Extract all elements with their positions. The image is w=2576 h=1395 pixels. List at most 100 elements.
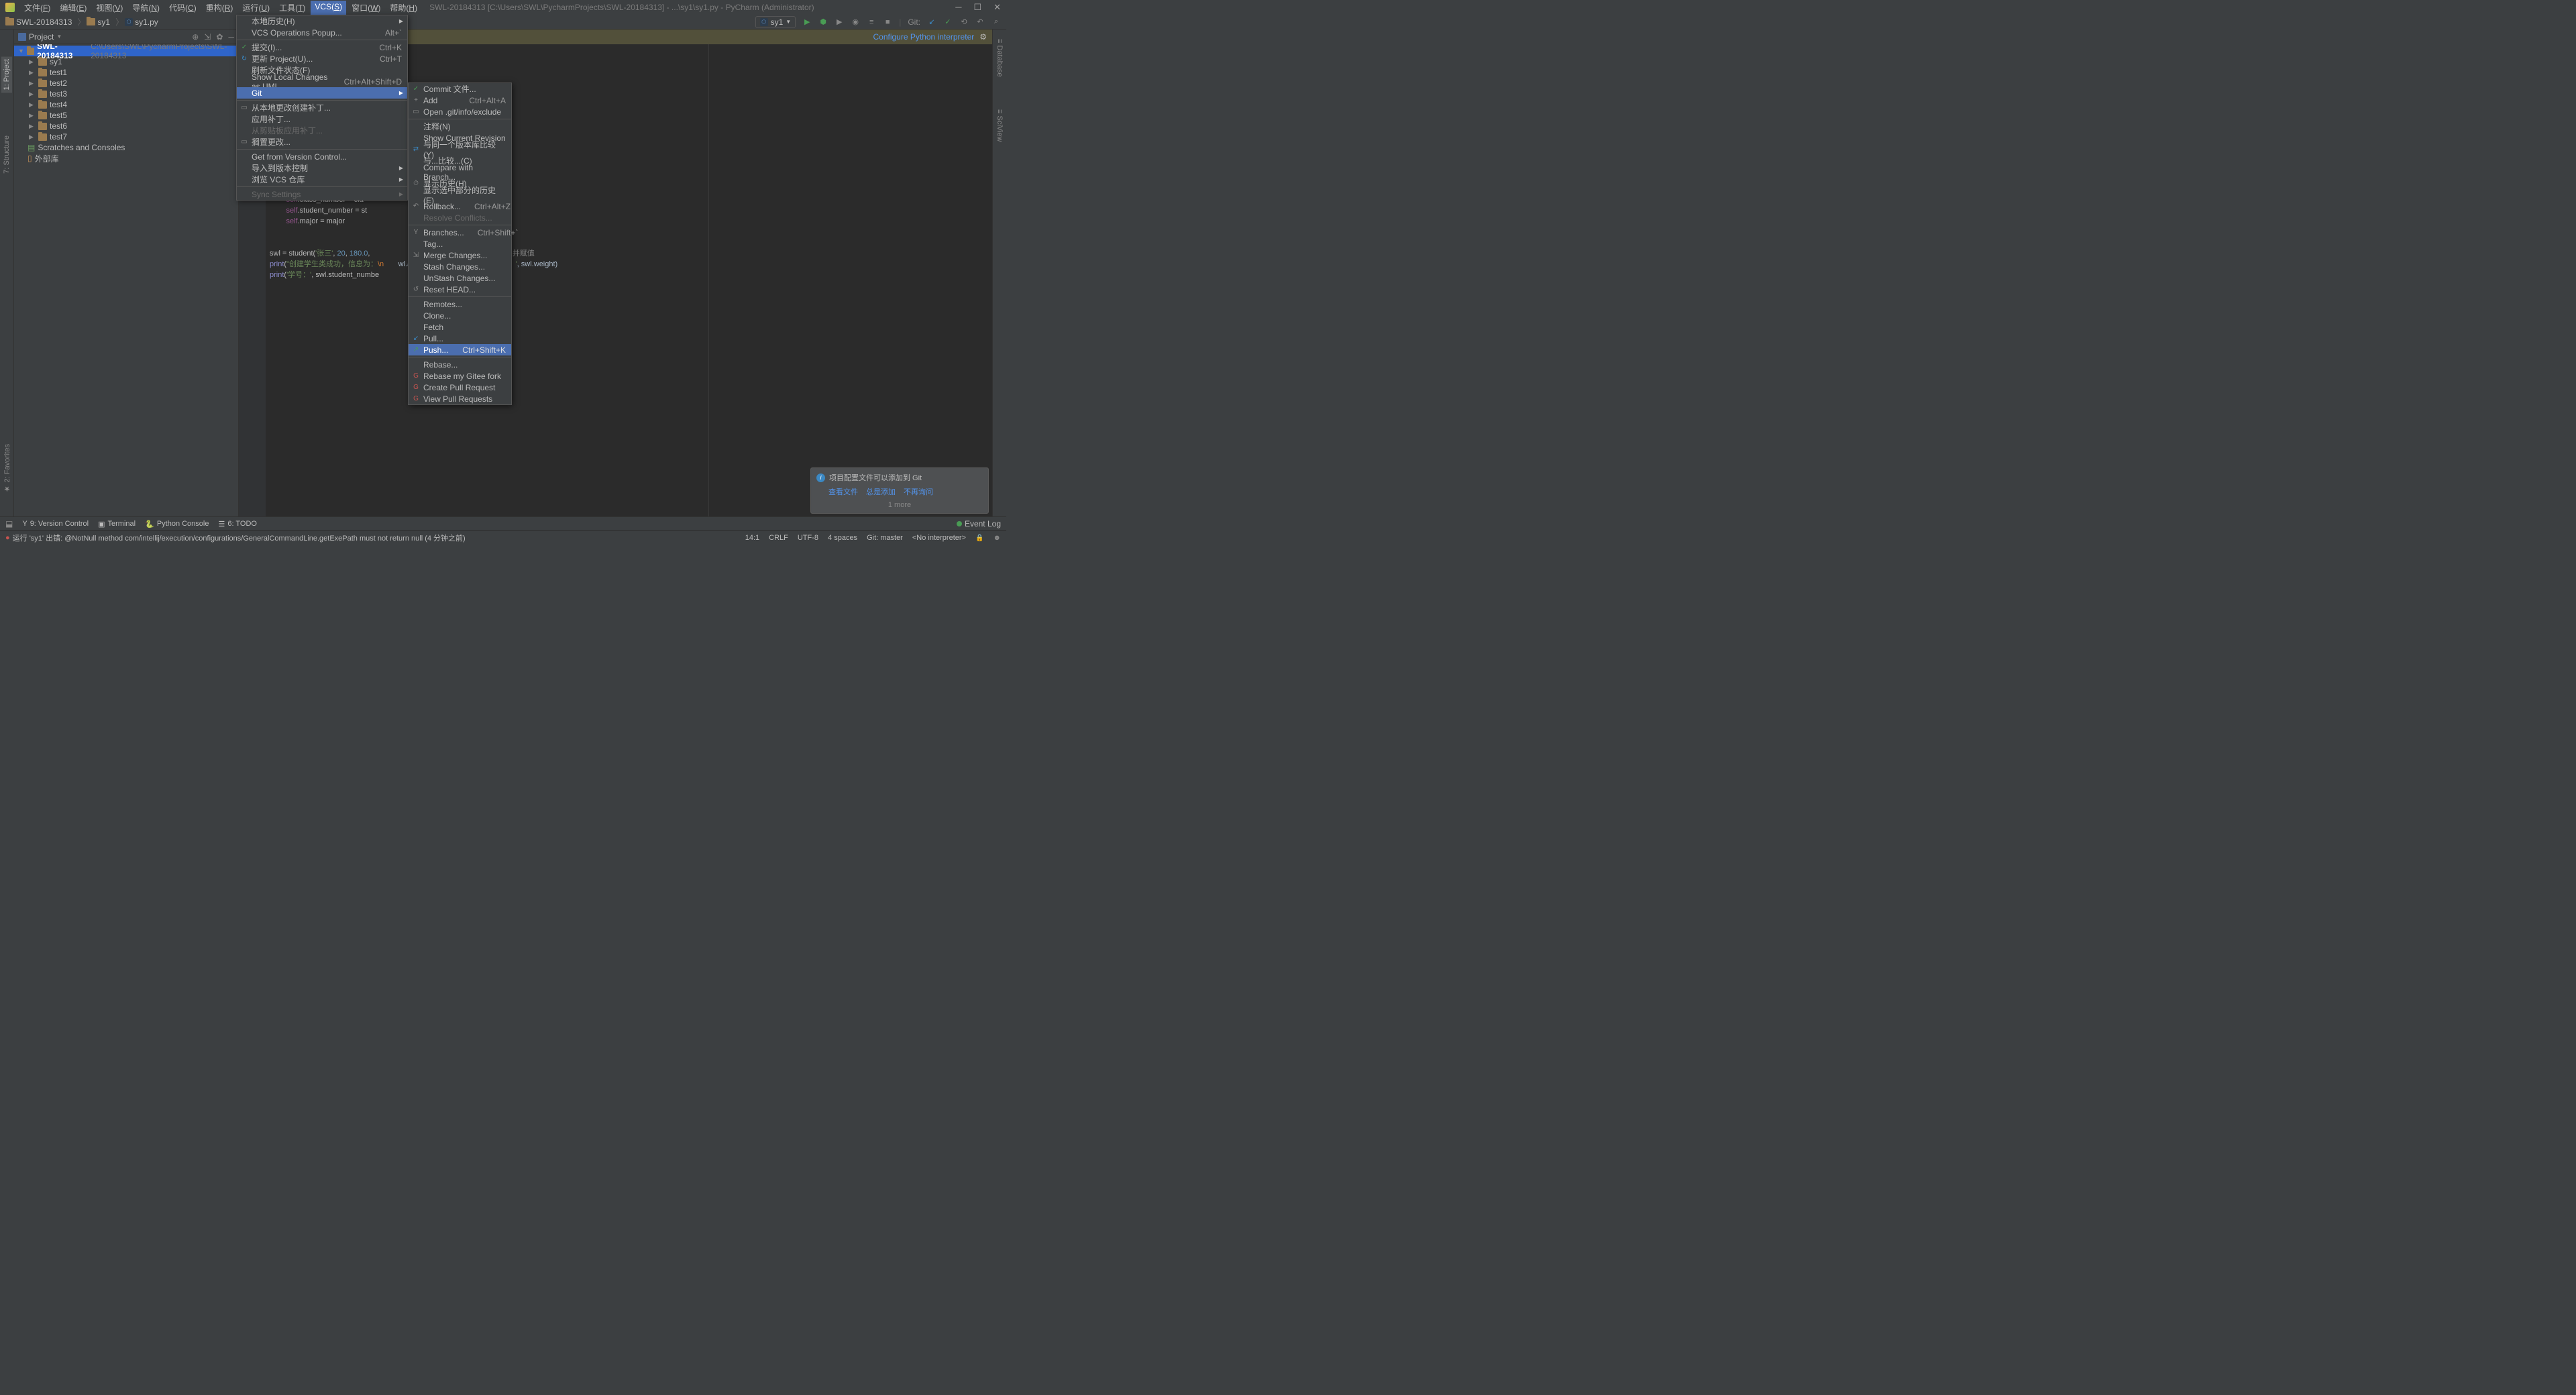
- tab-database[interactable]: ≡ Database: [994, 36, 1005, 80]
- tree-row[interactable]: ▼SWL-20184313C:\Users\SWL\PycharmProject…: [14, 46, 238, 56]
- git-item-28[interactable]: GRebase my Gitee fork: [409, 370, 511, 382]
- profile-icon[interactable]: ◉: [851, 17, 860, 27]
- git-commit-icon[interactable]: ✓: [943, 17, 953, 27]
- git-item-4[interactable]: 注释(N): [409, 121, 511, 132]
- breadcrumb-0[interactable]: SWL-20184313: [5, 17, 72, 27]
- minimize-icon[interactable]: ─: [955, 2, 961, 13]
- git-item-6[interactable]: ⇄与同一个版本库比较(Y): [409, 144, 511, 155]
- vcs-item-1[interactable]: VCS Operations Popup...Alt+`: [237, 27, 407, 38]
- menu-w[interactable]: 窗口(W): [347, 1, 384, 15]
- menu-e[interactable]: 编辑(E): [56, 1, 91, 15]
- menu-n[interactable]: 导航(N): [128, 1, 164, 15]
- bottom-tab-3[interactable]: ☰6: TODO: [218, 520, 256, 528]
- notif-link-always[interactable]: 总是添加: [866, 486, 896, 497]
- status-item-2[interactable]: UTF-8: [798, 534, 818, 542]
- menu-v[interactable]: 视图(V): [92, 1, 127, 15]
- status-item-4[interactable]: Git: master: [867, 534, 903, 542]
- locate-icon[interactable]: ⊕: [192, 32, 199, 42]
- inspector-icon[interactable]: ☻: [993, 534, 1001, 542]
- vcs-item-14[interactable]: Get from Version Control...: [237, 151, 407, 162]
- git-item-25[interactable]: ↗Push...Ctrl+Shift+K: [409, 344, 511, 355]
- vcs-item-0[interactable]: 本地历史(H): [237, 15, 407, 27]
- git-item-2[interactable]: ▭Open .git/info/exclude: [409, 106, 511, 117]
- git-item-23[interactable]: Fetch: [409, 321, 511, 333]
- menu-vcss[interactable]: VCS(S): [311, 1, 346, 15]
- vcs-item-6[interactable]: Show Local Changes as UMLCtrl+Alt+Shift+…: [237, 76, 407, 87]
- tree-row[interactable]: ▶test4: [14, 99, 238, 110]
- vcs-item-7[interactable]: Git: [237, 87, 407, 99]
- status-item-3[interactable]: 4 spaces: [828, 534, 857, 542]
- gear-icon[interactable]: ⚙: [979, 32, 987, 42]
- tab-structure[interactable]: 7: Structure: [1, 133, 12, 176]
- git-item-24[interactable]: ↙Pull...: [409, 333, 511, 344]
- menu-t[interactable]: 工具(T): [275, 1, 309, 15]
- tree-row[interactable]: ▯外部库: [14, 153, 238, 164]
- notif-link-view[interactable]: 查看文件: [828, 486, 858, 497]
- git-item-14[interactable]: YBranches...Ctrl+Shift+`: [409, 227, 511, 238]
- close-icon[interactable]: ✕: [994, 2, 1001, 13]
- configure-interpreter-link[interactable]: Configure Python interpreter: [873, 32, 974, 42]
- git-update-icon[interactable]: ↙: [927, 17, 936, 27]
- bottom-tab-1[interactable]: ▣Terminal: [98, 520, 136, 528]
- git-item-10[interactable]: 显示选中部分的历史(E): [409, 189, 511, 201]
- bottom-tab-0[interactable]: Y9: Version Control: [22, 520, 89, 528]
- vcs-item-15[interactable]: 导入到版本控制: [237, 162, 407, 174]
- git-rollback-icon[interactable]: ↶: [975, 17, 985, 27]
- expand-icon[interactable]: ⇲: [204, 32, 211, 42]
- git-item-19[interactable]: ↺Reset HEAD...: [409, 284, 511, 295]
- git-item-15[interactable]: Tag...: [409, 238, 511, 249]
- git-item-18[interactable]: UnStash Changes...: [409, 272, 511, 284]
- tree-row[interactable]: ▶test2: [14, 78, 238, 89]
- git-history-icon[interactable]: ⟲: [959, 17, 969, 27]
- git-item-0[interactable]: ✓Commit 文件...: [409, 83, 511, 95]
- tab-sciview[interactable]: ≡ SciView: [994, 107, 1005, 144]
- menu-c[interactable]: 代码(C): [165, 1, 201, 15]
- run-coverage-icon[interactable]: ▶: [835, 17, 844, 27]
- vcs-item-4[interactable]: ↻更新 Project(U)...Ctrl+T: [237, 53, 407, 64]
- menu-u[interactable]: 运行(U): [238, 1, 274, 15]
- tree-row[interactable]: ▶test3: [14, 89, 238, 99]
- git-item-17[interactable]: Stash Changes...: [409, 261, 511, 272]
- stop-icon[interactable]: ■: [883, 17, 892, 27]
- git-item-29[interactable]: GCreate Pull Request: [409, 382, 511, 393]
- maximize-icon[interactable]: ☐: [973, 2, 981, 13]
- debug-icon[interactable]: ⬢: [818, 17, 828, 27]
- breadcrumb-2[interactable]: ⬡sy1.py: [125, 17, 158, 27]
- git-item-8[interactable]: Compare with Branch...: [409, 166, 511, 178]
- vcs-item-9[interactable]: ▭从本地更改创建补丁...: [237, 102, 407, 113]
- tool-window-icon[interactable]: ⬓: [5, 519, 13, 528]
- status-item-1[interactable]: CRLF: [769, 534, 788, 542]
- menu-r[interactable]: 重构(R): [202, 1, 237, 15]
- run-config-selector[interactable]: ⬡ sy1 ▼: [755, 16, 796, 28]
- gear-icon[interactable]: ✿: [216, 32, 223, 42]
- tree-row[interactable]: ▤Scratches and Consoles: [14, 142, 238, 153]
- git-item-16[interactable]: ⇲Merge Changes...: [409, 249, 511, 261]
- event-log-button[interactable]: Event Log: [965, 519, 1001, 528]
- vcs-item-12[interactable]: ▭搁置更改...: [237, 136, 407, 148]
- tab-project[interactable]: 1: Project: [1, 56, 12, 93]
- bottom-tab-2[interactable]: 🐍Python Console: [145, 520, 209, 528]
- git-item-1[interactable]: +AddCtrl+Alt+A: [409, 95, 511, 106]
- search-icon[interactable]: ⌕: [991, 17, 1001, 27]
- lock-icon[interactable]: 🔒: [975, 535, 983, 542]
- status-item-5[interactable]: <No interpreter>: [912, 534, 966, 542]
- tree-row[interactable]: ▶test5: [14, 110, 238, 121]
- git-item-22[interactable]: Clone...: [409, 310, 511, 321]
- concurrency-icon[interactable]: ≡: [867, 17, 876, 27]
- hide-icon[interactable]: ─: [228, 32, 234, 42]
- run-icon[interactable]: ▶: [802, 17, 812, 27]
- menu-h[interactable]: 帮助(H): [386, 1, 421, 15]
- project-tree[interactable]: ▼SWL-20184313C:\Users\SWL\PycharmProject…: [14, 44, 238, 516]
- tree-row[interactable]: ▶test1: [14, 67, 238, 78]
- vcs-item-3[interactable]: ✓提交(I)...Ctrl+K: [237, 42, 407, 53]
- tree-row[interactable]: ▶test6: [14, 121, 238, 131]
- status-item-0[interactable]: 14:1: [745, 534, 759, 542]
- vcs-item-10[interactable]: 应用补丁...: [237, 113, 407, 125]
- git-item-21[interactable]: Remotes...: [409, 298, 511, 310]
- notification-more[interactable]: 1 more: [816, 501, 983, 509]
- git-item-30[interactable]: GView Pull Requests: [409, 393, 511, 404]
- notif-link-never[interactable]: 不再询问: [904, 486, 933, 497]
- tree-row[interactable]: ▶test7: [14, 131, 238, 142]
- vcs-item-16[interactable]: 浏览 VCS 仓库: [237, 174, 407, 185]
- git-item-11[interactable]: ↶Rollback...Ctrl+Alt+Z: [409, 201, 511, 212]
